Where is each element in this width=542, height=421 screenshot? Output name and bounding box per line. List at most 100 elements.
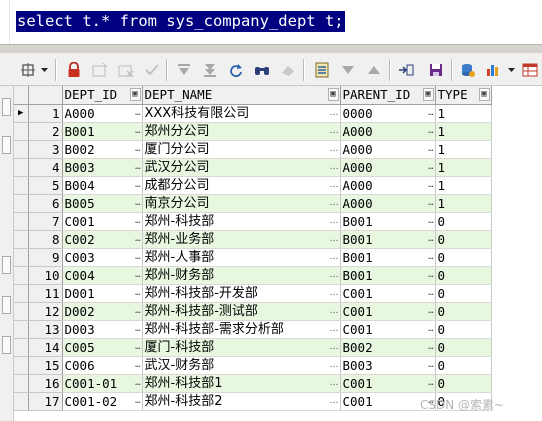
query-by-example-icon[interactable] (312, 60, 332, 80)
cell-dept-id[interactable]: C001-02… (62, 392, 143, 411)
cell-editor-button[interactable]: … (330, 303, 339, 320)
row-indicator[interactable] (14, 320, 29, 339)
cell-dept-id[interactable]: C002… (62, 230, 143, 249)
table-row[interactable]: 9 C003… 郑州-人事部… B001… 0 (14, 248, 492, 267)
cell-editor-button[interactable]: … (330, 195, 339, 212)
result-grid[interactable]: DEPT_ID ▣ DEPT_NAME ▣ PARENT_ID ▣ TYPE ▣ ▶ 1 A… (14, 86, 542, 421)
cell-editor-button[interactable]: … (135, 231, 141, 248)
cell-parent-id[interactable]: B003… (340, 356, 436, 375)
cell-editor-button[interactable]: … (330, 159, 339, 176)
cell-editor-button[interactable]: … (428, 177, 434, 194)
cell-editor-button[interactable]: … (428, 321, 434, 338)
clear-icon[interactable] (278, 60, 298, 80)
row-number[interactable]: 16 (28, 374, 63, 393)
cell-editor-button[interactable]: … (330, 177, 339, 194)
cell-type[interactable]: 1 (435, 104, 492, 123)
cell-editor-button[interactable]: … (330, 375, 339, 392)
row-number[interactable]: 2 (28, 122, 63, 141)
cell-dept-id[interactable]: C005… (62, 338, 143, 357)
cell-parent-id[interactable]: C001… (340, 374, 436, 393)
table-row[interactable]: 13 D003… 郑州-科技部-需求分析部… C001… 0 (14, 320, 492, 339)
cell-editor-button[interactable]: … (330, 141, 339, 158)
export-icon[interactable] (396, 60, 416, 80)
save-icon[interactable] (426, 60, 446, 80)
cell-parent-id[interactable]: B002… (340, 338, 436, 357)
row-indicator[interactable] (14, 158, 29, 177)
cell-dept-name[interactable]: 郑州-科技部-测试部… (142, 302, 341, 321)
row-number[interactable]: 9 (28, 248, 63, 267)
table-row[interactable]: 4 B003… 武汉分公司… A000… 1 (14, 158, 492, 177)
cell-type[interactable]: 0 (435, 320, 492, 339)
row-indicator[interactable] (14, 374, 29, 393)
cell-editor-button[interactable]: … (330, 339, 339, 356)
cell-dept-id[interactable]: B005… (62, 194, 143, 213)
row-number[interactable]: 14 (28, 338, 63, 357)
delete-record-icon[interactable] (116, 60, 136, 80)
lock-icon[interactable] (64, 60, 84, 80)
cell-dept-name[interactable]: 郑州-财务部… (142, 266, 341, 285)
cell-editor-button[interactable]: … (428, 105, 434, 122)
row-number[interactable]: 3 (28, 140, 63, 159)
cell-dept-id[interactable]: C001-01… (62, 374, 143, 393)
row-indicator[interactable] (14, 194, 29, 213)
cell-dept-name[interactable]: 郑州分公司… (142, 122, 341, 141)
pane-splitter[interactable] (0, 44, 542, 54)
cell-type[interactable]: 0 (435, 248, 492, 267)
cell-editor-button[interactable]: … (135, 393, 141, 410)
sql-statement-selected[interactable]: select t.* from sys_company_dept t; (16, 11, 345, 32)
column-menu-button[interactable]: ▣ (327, 88, 339, 101)
table-row[interactable]: 14 C005… 厦门-科技部… B002… 0 (14, 338, 492, 357)
cell-dept-name[interactable]: 郑州-科技部1… (142, 374, 341, 393)
row-indicator[interactable] (14, 392, 29, 411)
cell-editor-button[interactable]: … (330, 285, 339, 302)
cell-dept-id[interactable]: D001… (62, 284, 143, 303)
cell-editor-button[interactable]: … (428, 267, 434, 284)
find-icon[interactable] (252, 60, 272, 80)
cell-dept-name[interactable]: XXX科技有限公司… (142, 104, 341, 123)
cell-parent-id[interactable]: C001… (340, 302, 436, 321)
cell-editor-button[interactable]: … (428, 231, 434, 248)
row-number[interactable]: 13 (28, 320, 63, 339)
cell-editor-button[interactable]: … (428, 339, 434, 356)
cell-dept-name[interactable]: 武汉-财务部… (142, 356, 341, 375)
cell-editor-button[interactable]: … (428, 159, 434, 176)
chevron-down-icon[interactable] (507, 60, 516, 80)
cell-type[interactable]: 0 (435, 302, 492, 321)
cell-dept-id[interactable]: D002… (62, 302, 143, 321)
table-row[interactable]: 5 B004… 成都分公司… A000… 1 (14, 176, 492, 195)
row-number[interactable]: 7 (28, 212, 63, 231)
cell-editor-button[interactable]: … (135, 375, 141, 392)
chevron-down-icon[interactable] (40, 60, 49, 80)
cell-dept-id[interactable]: C006… (62, 356, 143, 375)
table-row[interactable]: ▶ 1 A000… XXX科技有限公司… 0000… 1 (14, 104, 492, 123)
row-indicator[interactable] (14, 284, 29, 303)
cell-editor-button[interactable]: … (135, 195, 141, 212)
row-indicator[interactable] (14, 212, 29, 231)
cell-parent-id[interactable]: C001… (340, 284, 436, 303)
cell-dept-id[interactable]: C001… (62, 212, 143, 231)
table-row[interactable]: 2 B001… 郑州分公司… A000… 1 (14, 122, 492, 141)
left-panel-tab[interactable] (2, 296, 11, 314)
cell-editor-button[interactable]: … (135, 141, 141, 158)
row-number[interactable]: 15 (28, 356, 63, 375)
cell-type[interactable]: 0 (435, 284, 492, 303)
cell-editor-button[interactable]: … (330, 357, 339, 374)
column-header-type[interactable]: TYPE ▣ (435, 86, 492, 105)
cell-parent-id[interactable]: A000… (340, 140, 436, 159)
cell-editor-button[interactable]: … (428, 303, 434, 320)
cell-editor-button[interactable]: … (428, 141, 434, 158)
table-view-icon[interactable] (520, 60, 540, 80)
cell-editor-button[interactable]: … (135, 159, 141, 176)
cell-dept-name[interactable]: 成都分公司… (142, 176, 341, 195)
row-number[interactable]: 17 (28, 392, 63, 411)
cell-parent-id[interactable]: B001… (340, 230, 436, 249)
column-menu-button[interactable]: ▣ (478, 88, 490, 101)
column-menu-button[interactable]: ▣ (422, 88, 434, 101)
cell-editor-button[interactable]: … (428, 375, 434, 392)
table-row[interactable]: 6 B005… 南京分公司… A000… 1 (14, 194, 492, 213)
table-row[interactable]: 15 C006… 武汉-财务部… B003… 0 (14, 356, 492, 375)
cell-editor-button[interactable]: … (135, 357, 141, 374)
row-indicator[interactable] (14, 266, 29, 285)
cell-dept-id[interactable]: B003… (62, 158, 143, 177)
left-panel-tab[interactable] (2, 136, 11, 154)
